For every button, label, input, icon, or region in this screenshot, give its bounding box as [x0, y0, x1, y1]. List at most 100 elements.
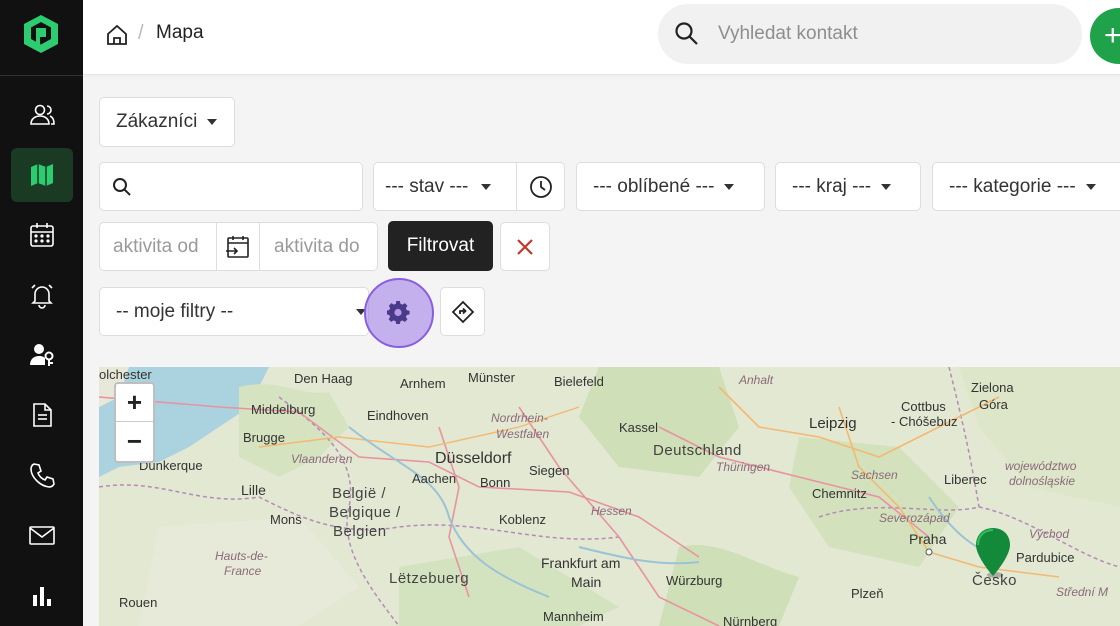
map-label-stredni: Střední M: [1056, 585, 1109, 599]
state-select[interactable]: --- stav ---: [373, 162, 517, 211]
map-label-gora: Góra: [979, 397, 1008, 412]
clear-filters-button[interactable]: [500, 222, 550, 271]
calendar-arrow-icon: [226, 235, 249, 258]
sidebar-item-documents[interactable]: [11, 388, 73, 442]
map-label-brugge: Brugge: [243, 430, 285, 445]
app-logo-icon[interactable]: [22, 14, 60, 54]
sidebar-item-user-access[interactable]: [11, 328, 73, 382]
map-label-arnhem: Arnhem: [400, 376, 446, 391]
contact-search[interactable]: [658, 4, 1082, 64]
map-label-colchester: olchester: [99, 367, 152, 382]
favorite-select[interactable]: --- oblíbené ---: [576, 162, 765, 211]
map-label-lille: Lille: [241, 482, 266, 498]
region-select-value: --- kraj ---: [792, 175, 872, 197]
region-select[interactable]: --- kraj ---: [775, 162, 921, 211]
alarm-bell-icon: [31, 284, 53, 309]
sidebar-item-calls[interactable]: [11, 448, 73, 502]
map-view[interactable]: olchester Den Haag Arnhem Münster Bielef…: [99, 367, 1120, 626]
map-label-bonn: Bonn: [480, 475, 511, 490]
state-select-value: --- stav ---: [385, 175, 469, 197]
sidebar-item-statistics[interactable]: [11, 568, 73, 622]
sidebar-divider: [0, 75, 83, 76]
sidebar-item-email[interactable]: [11, 508, 73, 562]
map-label-anhalt: Anhalt: [739, 373, 774, 387]
chevron-down-icon: [481, 183, 492, 190]
filter-button[interactable]: Filtrovat: [388, 221, 493, 271]
bar-chart-icon: [33, 587, 51, 606]
map-label-deutschland: Deutschland: [653, 442, 742, 459]
map-label-nordrhein: Nordrhein-: [491, 411, 548, 425]
map-label-nurnberg: Nürnberg: [723, 614, 778, 626]
customer-type-select[interactable]: Zákazníci: [99, 97, 235, 147]
sidebar-item-contacts[interactable]: [11, 88, 73, 142]
map-label-middelburg: Middelburg: [251, 402, 316, 417]
date-range-button[interactable]: [216, 222, 260, 271]
favorite-select-value: --- oblíbené ---: [593, 175, 715, 197]
map-label-praha: Praha: [909, 531, 947, 547]
chevron-down-icon: [1085, 183, 1096, 190]
phone-icon: [30, 463, 55, 488]
directions-icon: [451, 300, 474, 323]
map-label-pardubice: Pardubice: [1016, 550, 1075, 565]
search-icon: [675, 22, 698, 45]
map-label-zielona: Zielona: [971, 380, 1014, 395]
chevron-down-icon: [207, 119, 218, 125]
map-label-siegen: Siegen: [529, 463, 570, 478]
sidebar-item-calendar[interactable]: [11, 208, 73, 262]
customer-type-value: Zákazníci: [116, 111, 198, 132]
contact-search-input[interactable]: [718, 18, 1058, 50]
home-icon[interactable]: [105, 23, 129, 47]
map-label-mons: Mons: [270, 512, 302, 527]
gear-icon: [387, 301, 410, 325]
map-label-frankfurt: Frankfurt am: [541, 555, 621, 571]
map-label-plzen: Plzeň: [851, 586, 884, 601]
document-icon: [33, 403, 52, 427]
map-label-wojewodztwo: województwo: [1005, 459, 1077, 473]
map-label-bielefeld: Bielefeld: [554, 374, 604, 389]
map-label-dolnoslaskie: dolnośląskie: [1009, 474, 1076, 488]
map-label-france: France: [224, 564, 262, 578]
map-label-cottbus: Cottbus: [901, 399, 946, 414]
filter-search-field[interactable]: [99, 162, 363, 211]
zoom-control: + −: [114, 382, 155, 463]
chevron-down-icon: [881, 183, 892, 190]
map-label-aachen: Aachen: [412, 471, 457, 486]
map-label-severozapad: Severozápad: [879, 511, 950, 525]
calendar-icon: [30, 223, 54, 247]
activity-to-input[interactable]: aktivita do: [259, 222, 378, 271]
map-label-belgien: Belgien: [333, 523, 387, 540]
add-button[interactable]: +: [1090, 8, 1120, 64]
zoom-in-button[interactable]: +: [116, 384, 153, 422]
map-label-belgie: België /: [332, 485, 387, 502]
category-select[interactable]: --- kategorie ---: [932, 162, 1120, 211]
sidebar: [0, 0, 83, 626]
my-filters-select[interactable]: -- moje filtry --: [99, 287, 369, 336]
map-label-leipzig: Leipzig: [809, 415, 857, 432]
map-label-mannheim: Mannheim: [543, 609, 604, 624]
search-icon: [113, 178, 131, 196]
activity-from-input[interactable]: aktivita od: [99, 222, 217, 271]
map-label-main: Main: [571, 574, 602, 590]
map-label-belgique: Belgique /: [329, 504, 401, 521]
route-planner-button[interactable]: [440, 287, 485, 336]
map-label-eindhoven: Eindhoven: [367, 408, 429, 423]
map-marker-icon[interactable]: [974, 527, 1012, 579]
map-label-munster: Münster: [468, 370, 515, 385]
map-label-hauts: Hauts-de-: [215, 549, 268, 563]
map-label-koblenz: Koblenz: [499, 512, 546, 527]
map-label-chosebuz: - Chóšebuz: [891, 414, 958, 429]
map-label-vlaanderen: Vlaanderen: [291, 452, 353, 466]
state-history-button[interactable]: [516, 162, 565, 211]
zoom-out-button[interactable]: −: [116, 422, 153, 460]
map-label-letzebuerg: Lëtzebuerg: [389, 570, 470, 587]
filter-settings-button[interactable]: [364, 278, 434, 348]
breadcrumb-separator: /: [138, 22, 144, 44]
clock-icon: [529, 175, 552, 198]
sidebar-item-reminders[interactable]: [11, 268, 73, 322]
chevron-down-icon: [724, 183, 735, 190]
sidebar-item-map[interactable]: [11, 148, 73, 202]
map-label-liberec: Liberec: [944, 472, 987, 487]
user-key-icon: [30, 344, 54, 366]
category-select-value: --- kategorie ---: [949, 175, 1076, 197]
users-icon: [30, 104, 55, 125]
